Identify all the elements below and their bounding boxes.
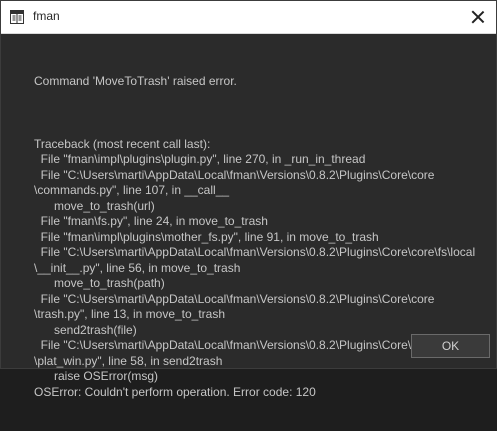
error-dialog: fman Command 'MoveToTrash' raised error.… [0,0,497,399]
ok-button[interactable]: OK [411,334,490,358]
traceback-line: move_to_trash(path) [34,276,165,290]
title-bar: fman [1,1,496,34]
traceback-line: \__init__.py", line 56, in move_to_trash [34,260,241,275]
traceback-line: File "fman\impl\plugins\plugin.py", line… [34,152,366,166]
traceback: Traceback (most recent call last): File … [34,137,489,401]
traceback-line: move_to_trash(url) [34,198,155,213]
traceback-line: Traceback (most recent call last): [34,136,211,151]
traceback-line: File "C:\Users\marti\AppData\Local\fman\… [34,245,476,259]
traceback-line: File "fman\impl\plugins\mother_fs.py", l… [34,229,379,244]
fman-app-icon [10,10,24,24]
close-icon[interactable] [468,7,488,27]
window-title: fman [33,9,60,23]
traceback-line: \trash.py", line 13, in move_to_trash [34,307,226,321]
traceback-line: OSError: Couldn't perform operation. Err… [34,384,316,399]
traceback-line: File "C:\Users\marti\AppData\Local\fman\… [34,291,435,306]
error-headline: Command 'MoveToTrash' raised error. [34,74,237,88]
traceback-line: File "C:\Users\marti\AppData\Local\fman\… [34,167,435,182]
traceback-line: raise OSError(msg) [34,369,159,383]
traceback-line: \commands.py", line 107, in __call__ [34,183,230,197]
traceback-line: File "fman\fs.py", line 24, in move_to_t… [34,214,268,228]
error-message: Command 'MoveToTrash' raised error. Trac… [34,43,489,431]
